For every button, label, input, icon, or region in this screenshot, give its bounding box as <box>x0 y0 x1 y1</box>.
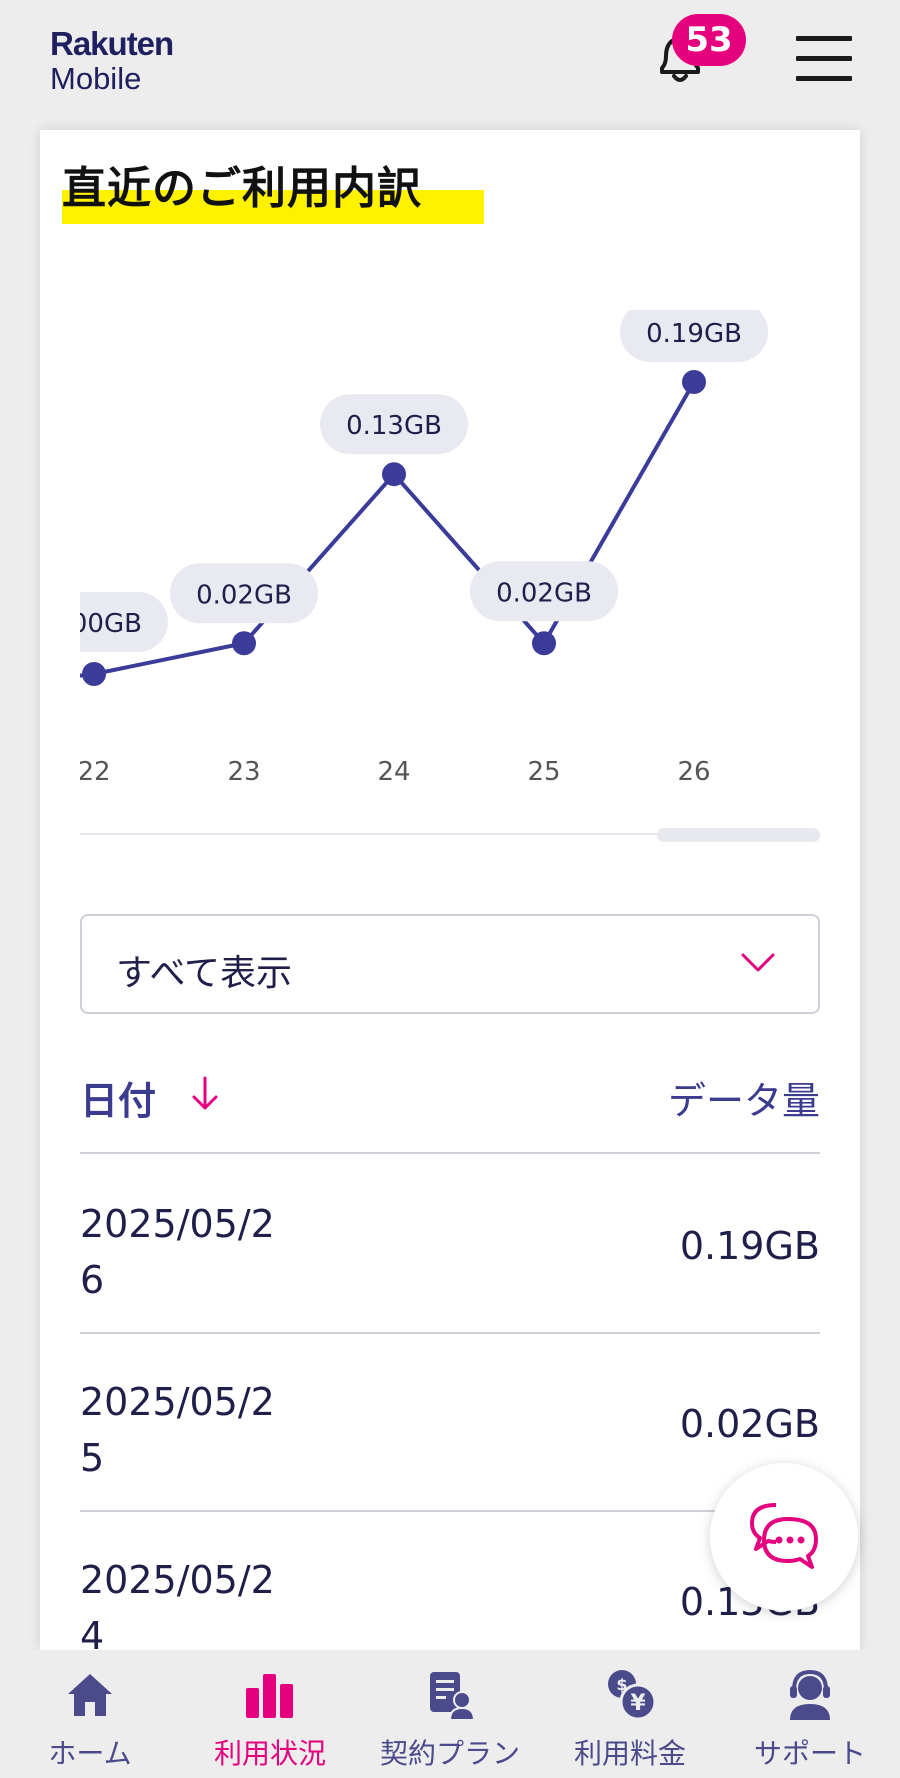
usage-line-chart[interactable]: 0.00GB 22 0.02GB 23 0.13GB 24 0.02GB 25 0.19GB 26 <box>80 310 820 790</box>
hamburger-menu-icon[interactable] <box>796 34 852 82</box>
support-icon <box>790 1669 830 1720</box>
x-tick-label: 22 <box>80 757 111 787</box>
row-data-value: 0.02GB <box>679 1402 820 1446</box>
data-point[interactable] <box>232 631 256 656</box>
bottom-navigation: ホーム 利用状況 契約プラン $ ¥ 利用料金 サポート <box>0 1650 900 1778</box>
x-tick-label: 24 <box>377 757 410 787</box>
nav-item-home[interactable]: ホーム <box>0 1650 180 1778</box>
row-date: 2025/05/25 <box>80 1380 275 1480</box>
data-label: 0.19GB <box>646 319 742 349</box>
usage-breakdown-card: 直近のご利用内訳 0.00GB220.02GB230.13GB240.02GB2… <box>40 130 860 1650</box>
chevron-down-icon <box>741 953 775 972</box>
notification-badge[interactable]: 53 <box>672 14 746 66</box>
nav-item-support[interactable]: サポート <box>720 1650 900 1778</box>
data-label: 0.02GB <box>496 578 592 608</box>
svg-text:¥: ¥ <box>630 1691 646 1716</box>
logo-line2: Mobile <box>50 61 142 96</box>
table-row[interactable]: 2025/05/26 0.19GB <box>80 1156 820 1334</box>
x-tick-label: 25 <box>527 757 560 787</box>
filter-dropdown[interactable]: すべて表示 <box>80 914 820 1014</box>
data-label: 0.13GB <box>346 411 442 441</box>
bar-chart-icon <box>246 1674 293 1718</box>
nav-label: 利用状況 <box>213 1737 326 1770</box>
chart-scroll-thumb[interactable] <box>657 828 820 842</box>
yen-coin-icon: $ ¥ <box>608 1670 657 1721</box>
x-tick-label: 26 <box>677 757 710 787</box>
chat-bubbles-icon <box>750 1503 818 1569</box>
row-data-value: 0.19GB <box>679 1224 820 1268</box>
data-point[interactable] <box>382 462 406 487</box>
column-header-date[interactable]: 日付 <box>80 1070 156 1125</box>
nav-item-usage[interactable]: 利用状況 <box>180 1650 360 1778</box>
home-icon <box>68 1674 112 1716</box>
nav-label: ホーム <box>48 1737 132 1770</box>
table-header: 日付 データ量 <box>80 1070 820 1154</box>
nav-label: 利用料金 <box>573 1737 686 1770</box>
table-row[interactable]: 2025/05/24 0.13GB <box>80 1512 820 1650</box>
data-point[interactable] <box>682 370 706 394</box>
row-date: 2025/05/24 <box>80 1558 275 1650</box>
nav-item-contract-plan[interactable]: 契約プラン <box>360 1650 540 1778</box>
nav-item-billing[interactable]: $ ¥ 利用料金 <box>540 1650 720 1778</box>
data-point[interactable] <box>82 662 106 686</box>
contract-icon <box>430 1672 476 1721</box>
table-row[interactable]: 2025/05/25 0.02GB <box>80 1334 820 1512</box>
section-title: 直近のご利用内訳 <box>62 163 422 214</box>
logo-line1: Rakuten <box>50 25 174 62</box>
data-label: 0.02GB <box>196 580 292 610</box>
nav-label: サポート <box>753 1737 866 1770</box>
app-header: Rakuten Mobile 53 <box>0 0 900 130</box>
sort-arrow-down-icon[interactable] <box>190 1074 220 1114</box>
column-header-data: データ量 <box>667 1079 820 1123</box>
data-label: 0.00GB <box>80 609 142 639</box>
chat-support-button[interactable] <box>710 1463 858 1611</box>
x-tick-label: 23 <box>227 757 260 787</box>
data-point[interactable] <box>532 631 556 656</box>
nav-label: 契約プラン <box>379 1737 520 1770</box>
rakuten-mobile-logo[interactable]: Rakuten Mobile <box>50 25 174 96</box>
row-date: 2025/05/26 <box>80 1202 275 1302</box>
filter-selected-value: すべて表示 <box>116 953 293 994</box>
